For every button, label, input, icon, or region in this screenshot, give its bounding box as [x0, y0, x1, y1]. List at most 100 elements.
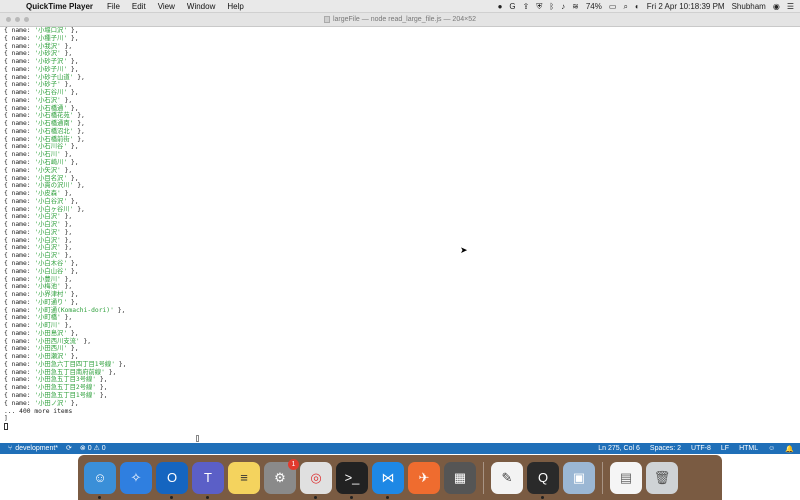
trash-icon[interactable]: 🗑 [646, 461, 678, 494]
panel-resize-handle[interactable] [196, 435, 199, 442]
window-titlebar[interactable]: largeFile — node read_large_file.js — 20… [0, 13, 800, 27]
terminal-line: { name: '小砂子山道' }, [4, 73, 85, 81]
siri-icon[interactable]: ◉ [773, 0, 780, 13]
quicktime-icon[interactable]: Q [527, 461, 559, 499]
terminal-line: { name: '小白沢' }, [4, 236, 73, 244]
notification-badge: 1 [288, 458, 299, 470]
postman-icon[interactable]: ✈ [408, 461, 440, 494]
string-value: '小田ノ沢' [34, 399, 68, 407]
grammar-icon[interactable]: G [509, 0, 515, 13]
terminal-line: { name: '小石橋花苑' }, [4, 112, 85, 120]
string-value: '小堰口沢' [34, 27, 68, 34]
running-indicator [314, 495, 317, 499]
string-value: '小田急五丁目1号線' [34, 391, 97, 399]
menu-window[interactable]: Window [187, 0, 215, 13]
battery-percent[interactable]: 74% [586, 0, 602, 13]
terminal-line: { name: '小白沢' }, [4, 228, 73, 236]
safari-icon[interactable]: ✧ [120, 461, 152, 494]
system-preferences-icon[interactable]: ⚙ 1 [264, 458, 299, 494]
string-value: '小白沢' [34, 252, 61, 260]
terminal-line: { name: '小界津村' }, [4, 291, 79, 299]
sync-icon[interactable]: ⟳ [66, 443, 72, 454]
battery-icon[interactable]: ▭ [609, 0, 617, 13]
terminal-line: ... 400 more items [4, 407, 73, 415]
string-value: '小田島沢' [34, 329, 68, 337]
bluetooth-icon[interactable]: ᛒ [549, 0, 554, 13]
finder-icon[interactable]: ☺ [84, 461, 116, 499]
string-value: '小石川' [34, 151, 61, 159]
menu-edit[interactable]: Edit [132, 0, 146, 13]
screen-record-icon[interactable]: ● [498, 0, 503, 13]
terminal-line: { name: '小砂子川' }, [4, 65, 79, 73]
terminal-line: { name: '小田急五丁目南府前線' }, [4, 368, 117, 376]
string-value: '小白沢' [34, 213, 61, 221]
string-value: '小石橋前街' [34, 135, 74, 143]
terminal-line: { name: '小砂子沢' }, [4, 58, 79, 66]
terminal-line: { name: '小白沢' }, [4, 213, 73, 221]
terminal-line: { name: '小目名沢' }, [4, 174, 79, 182]
terminal-line: { name: '小砂子' }, [4, 81, 73, 89]
menu-app-name[interactable]: QuickTime Player [26, 0, 93, 13]
string-value: '小白沢' [34, 244, 61, 252]
string-value: '小石沢' [34, 96, 61, 104]
bell-icon[interactable]: 🔔 [785, 445, 794, 453]
string-value: '小田急五丁目3号線' [34, 376, 97, 384]
sound-icon[interactable]: ♪ [561, 0, 565, 13]
wifi-icon[interactable]: ≋ [572, 0, 579, 13]
close-button[interactable] [6, 17, 11, 22]
textedit-icon[interactable]: ✎ [491, 461, 523, 494]
indentation[interactable]: Spaces: 2 [650, 445, 681, 452]
calculator-icon[interactable]: ▦ [444, 461, 476, 494]
terminal-line: { name: '小田島沢' }, [4, 329, 79, 337]
terminal-line: { name: '小田ノ沢' }, [4, 399, 79, 407]
menu-help[interactable]: Help [227, 0, 243, 13]
terminal-output[interactable]: { name: '小堰口沢' },{ name: '小種子川' },{ name… [0, 27, 800, 442]
running-indicator [541, 495, 544, 499]
git-branch[interactable]: development* [15, 443, 58, 454]
string-value: '小石橋通南' [34, 120, 74, 128]
menu-file[interactable]: File [107, 0, 120, 13]
chrome-icon[interactable]: ◎ [300, 461, 332, 499]
string-value: '小石橋通' [34, 104, 68, 112]
user-name[interactable]: Shubham [732, 0, 766, 13]
feedback-icon[interactable]: ☺ [768, 445, 775, 452]
string-value: '小砂子山道' [34, 73, 74, 81]
string-value: '小砂沢' [34, 50, 61, 58]
end-of-line[interactable]: LF [721, 445, 729, 452]
string-value: '小田急六丁目四丁目1号線' [34, 360, 115, 368]
control-center-icon[interactable]: ◐ [635, 0, 640, 13]
upload-icon[interactable]: ⇪ [523, 0, 530, 13]
problems-indicator[interactable]: ⊗ 0 ⚠ 0 [80, 443, 106, 454]
terminal-line: { name: '小町通り' }, [4, 298, 79, 306]
cursor-position[interactable]: Ln 275, Col 6 [598, 445, 640, 452]
notes-icon[interactable]: ≡ [228, 461, 260, 494]
string-value: '小石崎川' [34, 159, 68, 167]
preview-icon[interactable]: ▣ [563, 461, 595, 494]
terminal-line: { name: '小白沢' }, [4, 244, 73, 252]
teams-icon[interactable]: T [192, 461, 224, 499]
text-cursor [4, 423, 8, 431]
document-icon[interactable]: ▤ [610, 461, 642, 494]
notification-icon[interactable]: ☰ [787, 0, 794, 13]
vscode-icon[interactable]: ⋈ [372, 461, 404, 499]
search-icon[interactable]: ⌕ [623, 0, 627, 13]
minimize-button[interactable] [15, 17, 20, 22]
menu-view[interactable]: View [158, 0, 175, 13]
terminal-line: { name: '小田急五丁目3号線' }, [4, 376, 108, 384]
shield-icon[interactable]: ⛨ [536, 0, 542, 13]
string-value: '小田西川支流' [34, 337, 80, 345]
zoom-button[interactable] [24, 17, 29, 22]
terminal-line: { name: '小田急六丁目四丁目1号線' }, [4, 360, 127, 368]
terminal-line: { name: '小石橋通' }, [4, 104, 79, 112]
language-mode[interactable]: HTML [739, 445, 758, 452]
branch-icon[interactable]: ⑂ [8, 443, 12, 454]
document-icon [323, 16, 330, 23]
terminal-line: { name: '小石沢' }, [4, 96, 73, 104]
terminal-icon[interactable]: >_ [336, 461, 368, 499]
outlook-icon[interactable]: O [156, 461, 188, 499]
string-value: '小町橋' [34, 314, 61, 322]
dock-separator [483, 461, 484, 494]
terminal-line: { name: '小白沢' }, [4, 221, 73, 229]
clock-datetime[interactable]: Fri 2 Apr 10:18:39 PM [647, 0, 725, 13]
encoding[interactable]: UTF-8 [691, 445, 711, 452]
